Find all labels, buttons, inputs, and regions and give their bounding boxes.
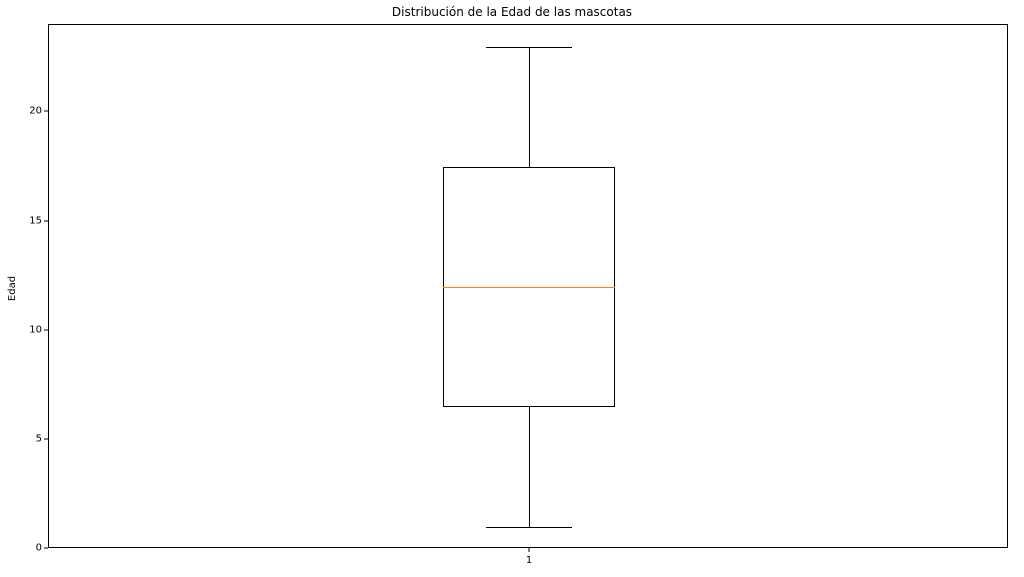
y-tick-label: 10	[0, 324, 48, 335]
boxplot-cap-lower	[486, 527, 572, 528]
x-tick-label: 1	[526, 551, 532, 566]
y-tick-mark	[44, 220, 48, 221]
y-tick-label: 20	[0, 106, 48, 117]
y-tick-label: 5	[0, 433, 48, 444]
boxplot-median	[443, 287, 616, 288]
y-tick-label: 15	[0, 215, 48, 226]
x-tick-mark	[529, 548, 530, 552]
boxplot-cap-upper	[486, 47, 572, 48]
y-axis-label-container: Edad	[6, 0, 20, 577]
boxplot-whisker-upper	[529, 47, 530, 167]
y-tick-mark	[44, 548, 48, 549]
y-tick-mark	[44, 111, 48, 112]
chart-title: Distribución de la Edad de las mascotas	[0, 5, 1024, 19]
figure: Distribución de la Edad de las mascotas …	[0, 0, 1024, 577]
y-tick-mark	[44, 438, 48, 439]
boxplot-whisker-lower	[529, 407, 530, 527]
y-tick-label: 0	[0, 543, 48, 554]
axes-area: 1	[48, 24, 1008, 548]
y-tick-mark	[44, 329, 48, 330]
y-axis-label: Edad	[8, 276, 19, 301]
